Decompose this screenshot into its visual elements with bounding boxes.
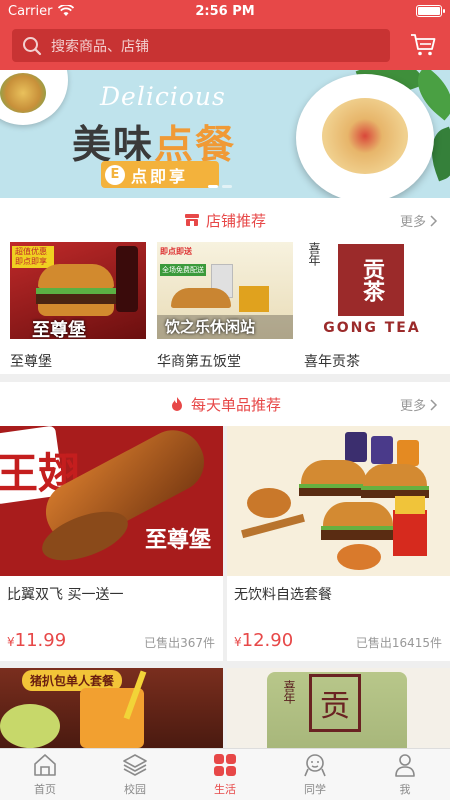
shop-more-link[interactable]: 更多 <box>400 211 438 230</box>
chevron-right-icon <box>430 214 438 227</box>
shop-card[interactable]: 喜年 贡茶 GONG TEA 喜年贡茶 <box>304 242 440 371</box>
classmates-icon <box>304 754 326 777</box>
cart-icon[interactable] <box>410 33 436 57</box>
hot-fire-icon <box>171 397 182 411</box>
bottom-tab-bar: 首页 校园 生活 同学 我 <box>0 748 450 800</box>
person-icon <box>395 754 415 777</box>
product-sold-count: 已售出16415件 <box>355 636 442 650</box>
shop-card[interactable]: 即点即送 全场免费配送 饮之乐休闲站 华商第五饭堂 <box>157 242 293 371</box>
home-icon <box>34 754 56 776</box>
promo-banner[interactable]: Delicious 美味点餐 E 点即享 <box>0 70 450 198</box>
pagination-dot <box>222 185 232 188</box>
banner-pill: E 点即享 <box>101 161 219 188</box>
tab-life[interactable]: 生活 <box>180 749 270 800</box>
status-bar: Carrier 2:56 PM <box>0 0 450 22</box>
shop-name: 华商第五饭堂 <box>157 354 241 370</box>
food-plate-image <box>0 70 68 125</box>
product-more-link[interactable]: 更多 <box>400 395 438 414</box>
chevron-right-icon <box>430 398 438 411</box>
app-header: Carrier 2:56 PM 搜索商品、店铺 <box>0 0 450 70</box>
product-image: 王翅 至尊堡 <box>0 426 223 576</box>
search-bar[interactable]: 搜索商品、店铺 <box>12 29 390 62</box>
shop-image: 即点即送 全场免费配送 饮之乐休闲站 <box>157 242 293 339</box>
e-badge-icon: E <box>105 164 125 185</box>
banner-script: Delicious <box>100 82 226 111</box>
product-sold-count: 已售出367件 <box>144 636 215 650</box>
product-section-title: 每天单品推荐 <box>190 395 281 414</box>
pasta-plate-image <box>296 74 434 198</box>
shop-name: 至尊堡 <box>10 354 52 370</box>
product-section-header: 每天单品推荐 更多 <box>0 382 450 426</box>
shop-section-title: 店铺推荐 <box>205 211 266 230</box>
tab-campus[interactable]: 校园 <box>90 749 180 800</box>
shop-image: 超值优惠 即点即享 至尊堡 <box>10 242 146 339</box>
product-title: 无饮料自选套餐 <box>234 587 332 603</box>
banner-pagination <box>208 185 232 188</box>
tab-classmates[interactable]: 同学 <box>270 749 360 800</box>
shop-list: 超值优惠 即点即享 至尊堡 至尊堡 即点即送 全场免费配送 饮之乐休闲站 华商第… <box>0 242 450 374</box>
shop-image: 喜年 贡茶 GONG TEA <box>304 242 440 339</box>
gong-tea-logo: 贡茶 <box>338 244 404 316</box>
product-card[interactable]: 喜年 贡 <box>227 668 450 748</box>
battery-icon <box>416 5 445 17</box>
product-title: 比翼双飞 买一送一 <box>7 587 124 603</box>
tab-me[interactable]: 我 <box>360 749 450 800</box>
shop-card[interactable]: 超值优惠 即点即享 至尊堡 至尊堡 <box>10 242 146 371</box>
product-card[interactable]: 无饮料自选套餐 ¥12.90 已售出16415件 <box>227 426 450 661</box>
product-price: ¥11.99 <box>7 630 67 651</box>
product-price: ¥12.90 <box>234 630 294 651</box>
product-card[interactable]: 猪扒包单人套餐 <box>0 668 223 748</box>
product-image: 猪扒包单人套餐 <box>0 668 223 748</box>
tab-home[interactable]: 首页 <box>0 749 90 800</box>
product-image <box>227 426 450 576</box>
search-icon <box>23 36 42 55</box>
grid-icon <box>214 754 236 776</box>
store-icon <box>184 214 199 226</box>
shop-section-header: 店铺推荐 更多 <box>0 198 450 242</box>
search-input[interactable]: 搜索商品、店铺 <box>51 36 149 56</box>
pagination-dot <box>208 185 218 188</box>
product-image: 喜年 贡 <box>227 668 450 748</box>
status-time: 2:56 PM <box>195 4 255 19</box>
layers-icon <box>123 754 147 776</box>
shop-name: 喜年贡茶 <box>304 354 360 370</box>
product-card[interactable]: 王翅 至尊堡 比翼双飞 买一送一 ¥11.99 已售出367件 <box>0 426 223 661</box>
